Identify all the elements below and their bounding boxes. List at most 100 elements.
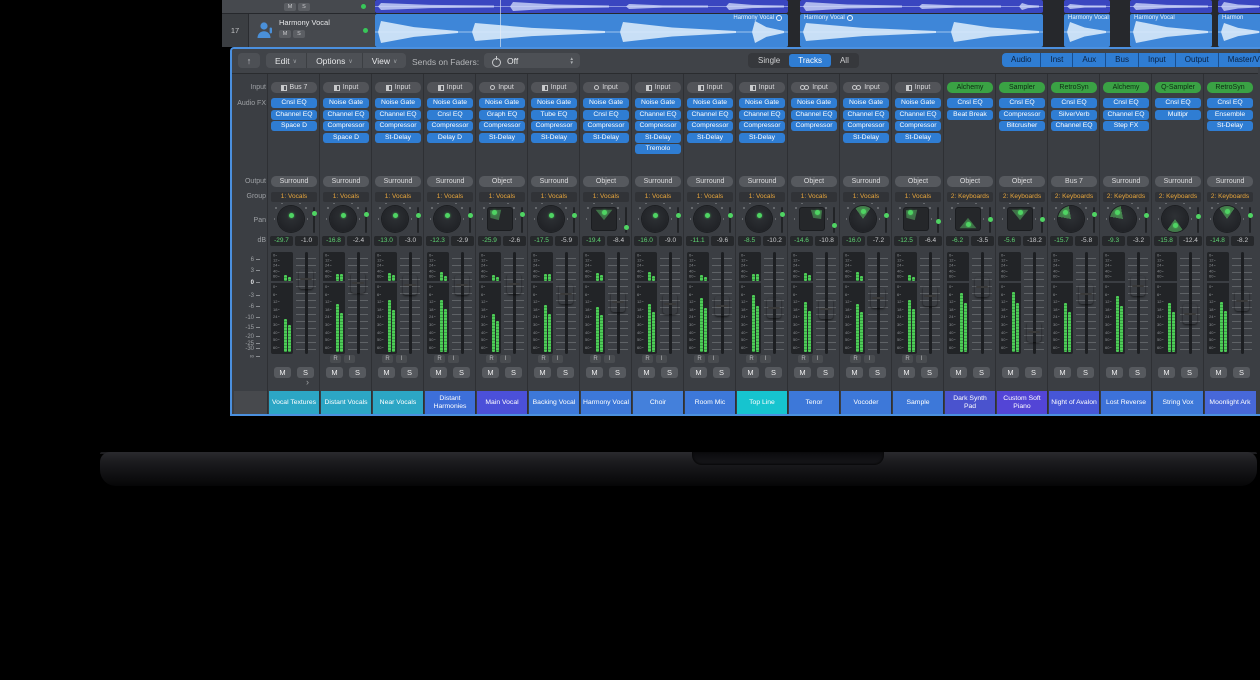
mute-button[interactable]: M [950,367,967,378]
channel-name-near-vocals[interactable]: Near Vocals [373,391,424,415]
fader-cap[interactable] [819,299,833,319]
audio-region[interactable]: Harmony Vocal [375,14,788,47]
pan-control[interactable] [1152,205,1204,235]
fx-plugin-compressor[interactable]: Compressor [791,121,837,131]
fx-plugin-cnsl-eq[interactable]: Cnsl EQ [947,98,993,108]
channel-name-top-line[interactable]: Top Line [737,391,788,415]
pan-control[interactable] [1100,205,1152,235]
mute-button[interactable]: M [742,367,759,378]
input-monitor-button[interactable]: I [760,355,771,363]
fader-volume-value[interactable]: -10.8 [815,236,838,246]
pan-aux-slider[interactable] [677,207,679,233]
pan-aux-slider[interactable] [625,207,627,233]
solo-button[interactable]: S [1233,367,1250,378]
fx-plugin-noise-gate[interactable]: Noise Gate [843,98,889,108]
pan-control[interactable] [580,205,632,235]
input-monitor-button[interactable]: I [916,355,927,363]
channel-name-dark-synth-pad[interactable]: Dark Synth Pad [945,391,996,415]
fx-plugin-channel-eq[interactable]: Channel EQ [895,110,941,120]
solo-button[interactable]: S [298,3,310,11]
filter-inst[interactable]: Inst [1041,53,1073,67]
group-slot[interactable]: 2: Keyboards [947,192,993,202]
input-slot[interactable]: Input [531,82,577,93]
sends-on-faders-control[interactable]: Off ▲▼ [484,53,580,68]
pan-control[interactable] [1204,205,1256,235]
output-slot[interactable]: Object [583,176,629,187]
input-monitor-button[interactable]: I [656,355,667,363]
channel-name-lost-reverse[interactable]: Lost Reverse [1101,391,1152,415]
channel-name-main-vocal[interactable]: Main Vocal [477,391,528,415]
audio-region[interactable]: Harmony Vocal [1130,14,1212,47]
pan-control[interactable] [632,205,684,235]
input-slot[interactable]: Input [583,82,629,93]
fx-plugin-compressor[interactable]: Compressor [843,121,889,131]
volume-fader[interactable] [1076,252,1096,354]
fx-plugin-cnsl-eq[interactable]: Cnsl EQ [1103,98,1149,108]
input-slot[interactable]: Input [427,82,473,93]
fx-plugin-compressor[interactable]: Compressor [531,121,577,131]
fader-volume-value[interactable]: -10.2 [763,236,786,246]
input-slot[interactable]: Input [739,82,785,93]
fx-plugin-cnsl-eq[interactable]: Cnsl EQ [1155,98,1201,108]
fx-plugin-compressor[interactable]: Compressor [895,121,941,131]
audio-region[interactable]: Harmon [1218,14,1260,47]
instrument-slot[interactable]: Sampler [999,82,1045,93]
pan-knob[interactable] [1058,206,1084,232]
pan-control[interactable] [736,205,788,235]
pan-knob[interactable] [694,206,720,232]
fader-volume-value[interactable]: -3.5 [971,236,994,246]
solo-button[interactable]: S [505,367,522,378]
fx-plugin-bitcrusher[interactable]: Bitcrusher [999,121,1045,131]
view-mode-tracks[interactable]: Tracks [789,54,831,67]
fx-plugin-channel-eq[interactable]: Channel EQ [1103,110,1149,120]
fader-cap[interactable] [403,275,417,295]
fx-plugin-space-d[interactable]: Space D [323,133,369,143]
fader-volume-value[interactable]: -9.0 [659,236,682,246]
fx-plugin-compressor[interactable]: Compressor [375,121,421,131]
group-slot[interactable]: 2: Keyboards [1051,192,1097,202]
group-slot[interactable]: 2: Keyboards [999,192,1045,202]
pan-aux-slider[interactable] [1197,207,1199,233]
volume-fader[interactable] [920,252,940,354]
fader-volume-value[interactable]: -3.0 [399,236,422,246]
power-icon[interactable] [492,57,500,65]
fx-plugin-step-fx[interactable]: Step FX [1103,121,1149,131]
fader-volume-value[interactable]: -2.6 [503,236,526,246]
input-slot[interactable]: Input [375,82,421,93]
pan-aux-slider[interactable] [1093,207,1095,233]
pan-knob[interactable] [434,206,460,232]
object-pan-pad[interactable] [488,208,512,230]
fx-plugin-compressor[interactable]: Compressor [583,121,629,131]
group-slot[interactable]: 2: Keyboards [1207,192,1253,202]
output-slot[interactable]: Surround [1103,176,1149,187]
fader-cap[interactable] [1235,291,1249,311]
solo-button[interactable]: S [349,367,366,378]
fx-plugin-cnsl-eq[interactable]: Cnsl EQ [999,98,1045,108]
solo-button[interactable]: S [1077,367,1094,378]
fx-plugin-noise-gate[interactable]: Noise Gate [375,98,421,108]
mute-button[interactable]: M [1002,367,1019,378]
solo-button[interactable]: S [1129,367,1146,378]
fx-plugin-st-delay[interactable]: St-Delay [687,133,733,143]
fader-cap[interactable] [351,273,365,293]
fx-plugin-noise-gate[interactable]: Noise Gate [791,98,837,108]
record-enable-button[interactable]: R [798,355,809,363]
solo-button[interactable]: S [293,30,305,38]
mute-button[interactable]: M [794,367,811,378]
mute-button[interactable]: M [690,367,707,378]
fx-plugin-compressor[interactable]: Compressor [739,121,785,131]
output-slot[interactable]: Surround [271,176,317,187]
fader-volume-value[interactable]: -18.2 [1023,236,1046,246]
pan-control[interactable] [840,205,892,235]
pan-aux-slider[interactable] [729,207,731,233]
output-slot[interactable]: Bus 7 [1051,176,1097,187]
track-header[interactable]: Harmony Vocal M S [249,14,375,47]
volume-fader[interactable] [712,252,732,354]
fx-plugin-multipr[interactable]: Multipr [1155,110,1201,120]
fader-volume-value[interactable]: -5.8 [1075,236,1098,246]
channel-name-distant-harmonies[interactable]: Distant Harmonies [425,391,476,415]
solo-button[interactable]: S [765,367,782,378]
object-pan-pad[interactable] [1008,208,1032,230]
fx-plugin-compressor[interactable]: Compressor [479,121,525,131]
group-slot[interactable]: 2: Keyboards [1155,192,1201,202]
